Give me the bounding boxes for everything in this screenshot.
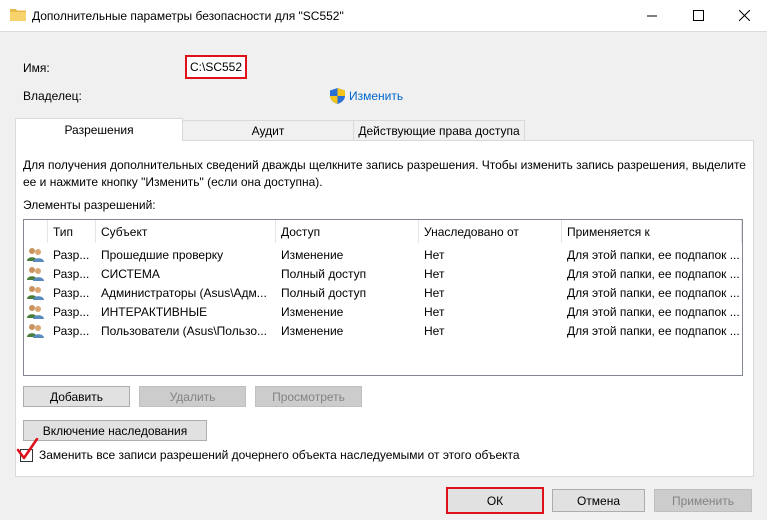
column-header-access[interactable]: Доступ: [276, 220, 419, 243]
list-header: Тип Субъект Доступ Унаследовано от Приме…: [24, 220, 742, 243]
row-applies: Для этой папки, ее подпапок ...: [567, 285, 740, 300]
row-applies: Для этой папки, ее подпапок ...: [567, 323, 740, 338]
ok-button-label: ОК: [486, 493, 504, 508]
cancel-button-label: Отмена: [576, 493, 621, 508]
enable-inheritance-button[interactable]: Включение наследования: [23, 420, 207, 441]
tab-permissions-label: Разрешения: [64, 123, 134, 137]
enable-inheritance-label: Включение наследования: [42, 423, 188, 438]
permissions-description: Для получения дополнительных сведений дв…: [23, 158, 746, 189]
table-row[interactable]: Разр... Прошедшие проверку Изменение Нет…: [24, 245, 742, 264]
replace-child-permissions-option[interactable]: Заменить все записи разрешений дочернего…: [16, 437, 520, 462]
ok-button[interactable]: ОК: [446, 487, 544, 514]
row-inherited: Нет: [424, 304, 445, 319]
row-type: Разр...: [53, 266, 90, 281]
tab-effective-access-label: Действующие права доступа: [358, 123, 520, 138]
row-applies: Для этой папки, ее подпапок ...: [567, 247, 740, 262]
row-subject: СИСТЕМА: [101, 266, 160, 281]
object-name-value: C:\SC552: [185, 55, 247, 79]
row-subject: Пользователи (Asus\Пользо...: [101, 323, 267, 338]
object-name-text: C:\SC552: [189, 60, 243, 74]
list-rows: Разр... Прошедшие проверку Изменение Нет…: [24, 245, 742, 340]
table-row[interactable]: Разр... Пользователи (Asus\Пользо... Изм…: [24, 321, 742, 340]
permission-entries-caption: Элементы разрешений:: [23, 198, 156, 212]
maximize-button[interactable]: [675, 0, 721, 31]
users-icon: [27, 324, 44, 338]
tab-permissions[interactable]: Разрешения: [15, 118, 183, 141]
row-subject: Прошедшие проверку: [101, 247, 224, 262]
view-button[interactable]: Просмотреть: [255, 386, 362, 407]
table-row[interactable]: Разр... СИСТЕМА Полный доступ Нет Для эт…: [24, 264, 742, 283]
row-access: Изменение: [281, 323, 344, 338]
minimize-button[interactable]: [629, 0, 675, 31]
row-type: Разр...: [53, 247, 90, 262]
users-icon: [27, 267, 44, 281]
row-access: Изменение: [281, 304, 344, 319]
row-subject: ИНТЕРАКТИВНЫЕ: [101, 304, 208, 319]
column-header-icon: [24, 220, 48, 243]
tab-effective-access[interactable]: Действующие права доступа: [353, 120, 525, 140]
add-button[interactable]: Добавить: [23, 386, 130, 407]
row-applies: Для этой папки, ее подпапок ...: [567, 266, 740, 281]
row-access: Полный доступ: [281, 285, 367, 300]
tab-audit-label: Аудит: [251, 123, 285, 138]
folder-icon: [10, 9, 26, 21]
users-icon: [27, 248, 44, 262]
table-row[interactable]: Разр... ИНТЕРАКТИВНЫЕ Изменение Нет Для …: [24, 302, 742, 321]
row-type: Разр...: [53, 323, 90, 338]
close-button[interactable]: [721, 0, 767, 31]
minimize-icon: [646, 15, 657, 17]
change-owner-label: Изменить: [349, 89, 404, 103]
apply-button-label: Применить: [671, 493, 734, 508]
row-type: Разр...: [53, 285, 90, 300]
remove-button-label: Удалить: [169, 389, 216, 404]
row-inherited: Нет: [424, 323, 445, 338]
users-icon: [27, 305, 44, 319]
view-button-label: Просмотреть: [272, 389, 345, 404]
row-access: Изменение: [281, 247, 344, 262]
apply-button[interactable]: Применить: [654, 489, 752, 512]
replace-child-permissions-checkbox[interactable]: [16, 437, 39, 462]
row-type: Разр...: [53, 304, 90, 319]
row-access: Полный доступ: [281, 266, 367, 281]
replace-child-permissions-label: Заменить все записи разрешений дочернего…: [39, 448, 520, 462]
window-title: Дополнительные параметры безопасности дл…: [32, 9, 344, 23]
users-icon: [27, 286, 44, 300]
tab-audit[interactable]: Аудит: [182, 120, 354, 140]
column-header-subject[interactable]: Субъект: [96, 220, 276, 243]
maximize-icon: [692, 10, 704, 21]
title-bar: Дополнительные параметры безопасности дл…: [0, 0, 767, 31]
row-inherited: Нет: [424, 247, 445, 262]
column-header-applies[interactable]: Применяется к: [562, 220, 742, 243]
row-inherited: Нет: [424, 266, 445, 281]
uac-shield-icon: [330, 88, 345, 104]
permission-entries-list[interactable]: Тип Субъект Доступ Унаследовано от Приме…: [23, 219, 743, 376]
owner-label: Владелец:: [23, 89, 82, 103]
column-header-type[interactable]: Тип: [48, 220, 96, 243]
row-subject: Администраторы (Asus\Адм...: [101, 285, 267, 300]
cancel-button[interactable]: Отмена: [552, 489, 645, 512]
table-row[interactable]: Разр... Администраторы (Asus\Адм... Полн…: [24, 283, 742, 302]
row-applies: Для этой папки, ее подпапок ...: [567, 304, 740, 319]
remove-button[interactable]: Удалить: [139, 386, 246, 407]
column-header-inherited[interactable]: Унаследовано от: [419, 220, 562, 243]
row-inherited: Нет: [424, 285, 445, 300]
close-icon: [738, 10, 750, 21]
checkmark-icon: [16, 437, 39, 459]
change-owner-link[interactable]: Изменить: [330, 88, 403, 104]
name-label: Имя:: [23, 61, 50, 75]
add-button-label: Добавить: [49, 389, 104, 404]
